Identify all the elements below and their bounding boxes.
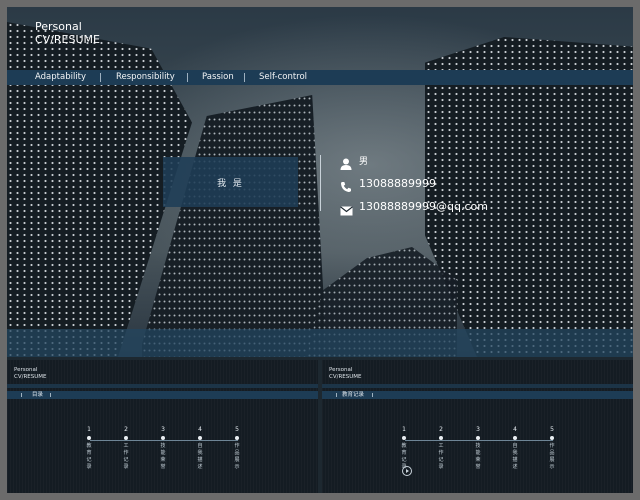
- timeline-step: 1 教育记录: [397, 426, 411, 471]
- phone-icon: [340, 178, 353, 192]
- step-dot: [87, 436, 91, 440]
- title-line-2: CV/RESUME: [35, 33, 100, 46]
- step-label: 工作记录: [438, 443, 444, 470]
- timeline-step: 2 工作记录: [434, 426, 448, 471]
- thumb-title: Personal CV/RESUME: [329, 367, 362, 381]
- thumb-title-line-2: CV/RESUME: [14, 374, 47, 380]
- step-dot: [198, 436, 202, 440]
- step-label: 作品展示: [234, 443, 240, 470]
- nav-item-passion[interactable]: Passion: [202, 71, 234, 84]
- nav-bar: Adaptability Responsibility Passion Self…: [7, 70, 633, 85]
- step-number: 2: [124, 426, 128, 433]
- step-label: 自我描述: [197, 443, 203, 470]
- step-dot: [402, 436, 406, 440]
- step-label: 技能荣誉: [475, 443, 481, 470]
- timeline-step: 5 作品展示: [545, 426, 559, 471]
- vertical-divider: [320, 155, 321, 211]
- step-dot: [550, 436, 554, 440]
- step-label: 技能荣誉: [160, 443, 166, 470]
- step-label: 教育记录: [86, 443, 92, 470]
- thumb-stripe: [322, 384, 633, 388]
- thumb-section-tick: [21, 393, 22, 397]
- step-number: 2: [439, 426, 443, 433]
- thumb-section-bar: [7, 391, 318, 399]
- intro-card: 我 是: [163, 157, 298, 207]
- step-dot: [235, 436, 239, 440]
- step-label: 自我描述: [512, 443, 518, 470]
- step-number: 4: [198, 426, 202, 433]
- thumb-section-label: 教育记录: [342, 392, 365, 398]
- gender-value: 男: [359, 157, 369, 167]
- step-number: 4: [513, 426, 517, 433]
- step-number: 1: [87, 426, 91, 433]
- main-slide: Personal CV/RESUME Adaptability Responsi…: [7, 7, 633, 357]
- nav-item-self-control[interactable]: Self-control: [259, 71, 307, 84]
- timeline-step: 3 技能荣誉: [156, 426, 170, 471]
- step-number: 3: [161, 426, 165, 433]
- phone-value: 13088889999: [359, 177, 436, 190]
- timeline-step: 2 工作记录: [119, 426, 133, 471]
- phone-row: 13088889999: [340, 177, 436, 192]
- thumb-title-line-1: Personal: [14, 367, 38, 373]
- thumb-section-tick: [336, 393, 337, 397]
- person-icon: [340, 155, 353, 170]
- thumb-section-tick: [372, 393, 373, 397]
- step-dot: [439, 436, 443, 440]
- thumb-section-label: 目录: [32, 392, 44, 398]
- step-dot: [124, 436, 128, 440]
- thumb-stripe: [7, 384, 318, 388]
- bottom-band: [7, 329, 633, 357]
- thumb-section-tick: [50, 393, 51, 397]
- email-row: 13088889999@qq.com: [340, 200, 488, 215]
- intro-card-label: 我 是: [217, 178, 244, 189]
- nav-divider: [187, 73, 188, 82]
- nav-divider: [244, 73, 245, 82]
- timeline-step: 4 自我描述: [193, 426, 207, 471]
- nav-divider: [100, 73, 101, 82]
- title-line-1: Personal: [35, 20, 82, 33]
- step-dot: [513, 436, 517, 440]
- thumb-title-line-1: Personal: [329, 367, 353, 373]
- step-number: 5: [550, 426, 554, 433]
- mail-icon: [340, 201, 353, 215]
- timeline-step: 5 作品展示: [230, 426, 244, 471]
- thumb-title: Personal CV/RESUME: [14, 367, 47, 381]
- page-title: Personal CV/RESUME: [35, 20, 100, 46]
- thumb-section-bar: [322, 391, 633, 399]
- email-value: 13088889999@qq.com: [359, 200, 488, 213]
- nav-item-adaptability[interactable]: Adaptability: [35, 71, 86, 84]
- step-label: 工作记录: [123, 443, 129, 470]
- step-number: 1: [402, 426, 406, 433]
- thumbnail-slide-education[interactable]: Personal CV/RESUME 教育记录 1 教育记录 2 工作记录 3 技能荣…: [322, 360, 633, 493]
- thumbnail-slide-contents[interactable]: Personal CV/RESUME 目录 1 教育记录 2 工作记录 3 技能荣誉 …: [7, 360, 318, 493]
- step-dot: [161, 436, 165, 440]
- step-label: 作品展示: [549, 443, 555, 470]
- slide-frame: Personal CV/RESUME Adaptability Responsi…: [7, 7, 633, 493]
- step-number: 5: [235, 426, 239, 433]
- gender-row: 男: [340, 154, 369, 170]
- play-icon[interactable]: [402, 466, 412, 476]
- nav-item-responsibility[interactable]: Responsibility: [116, 71, 175, 84]
- step-dot: [476, 436, 480, 440]
- timeline-step: 4 自我描述: [508, 426, 522, 471]
- step-number: 3: [476, 426, 480, 433]
- thumb-title-line-2: CV/RESUME: [329, 374, 362, 380]
- timeline-step: 1 教育记录: [82, 426, 96, 471]
- timeline-step: 3 技能荣誉: [471, 426, 485, 471]
